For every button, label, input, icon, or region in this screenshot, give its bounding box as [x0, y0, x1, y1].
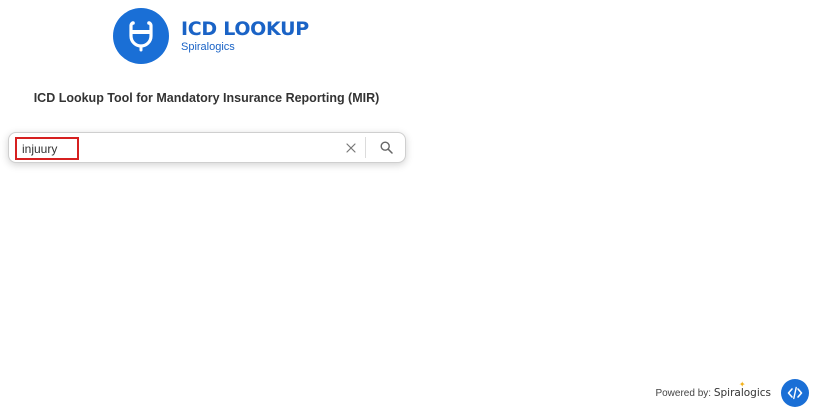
page-tagline: ICD Lookup Tool for Mandatory Insurance … [33, 91, 380, 105]
clear-button[interactable] [337, 133, 365, 162]
logo-title: ICD LOOKUP [181, 17, 309, 40]
logo-subtitle: Spiralogics [181, 40, 235, 53]
code-widget-button[interactable] [781, 379, 809, 407]
search-button[interactable] [366, 133, 406, 162]
stethoscope-icon [113, 8, 169, 64]
spark-icon: ✦ [738, 380, 746, 389]
page: ICD LOOKUP Spiralogics ICD Lookup Tool f… [0, 0, 817, 413]
powered-by: Powered by: ✦ Spiralogics [655, 380, 771, 399]
powered-label: Powered by: [655, 388, 712, 399]
logo-text: ICD LOOKUP Spiralogics [181, 17, 309, 53]
code-icon [787, 386, 803, 400]
search-input[interactable] [15, 137, 79, 160]
app-logo[interactable]: ICD LOOKUP Spiralogics [113, 8, 309, 64]
search-bar [8, 132, 406, 163]
footer: Powered by: ✦ Spiralogics [655, 379, 809, 407]
powered-brand[interactable]: ✦ Spiralogics [714, 380, 771, 399]
close-icon [346, 142, 356, 153]
search-icon [379, 141, 393, 154]
